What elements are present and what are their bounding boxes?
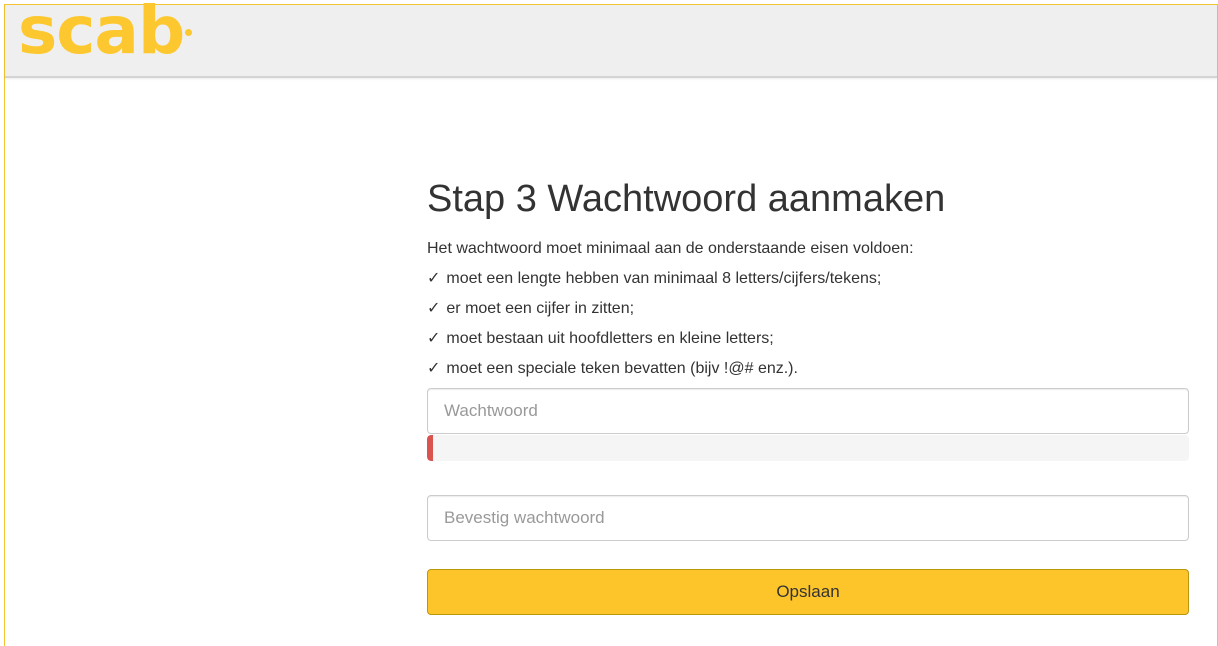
page-title: Stap 3 Wachtwoord aanmaken (427, 178, 946, 220)
page-frame: scab Stap 3 Wachtwoord aanmaken Het wach… (4, 0, 1218, 646)
confirm-password-input[interactable] (427, 495, 1189, 541)
requirement-item: ✓ moet bestaan uit hoofdletters en kleine… (427, 324, 1189, 354)
requirement-item: ✓ moet een lengte hebben van minimaal 8 l… (427, 264, 1189, 294)
check-icon: ✓ (427, 330, 441, 347)
password-form-section: Stap 3 Wachtwoord aanmaken Het wachtwoor… (427, 170, 1189, 615)
requirement-text: er moet een cijfer in zitten; (446, 300, 635, 317)
password-strength-fill (427, 435, 434, 461)
password-strength-bar (427, 435, 1189, 461)
requirement-text: moet een lengte hebben van minimaal 8 le… (446, 270, 882, 287)
requirement-text: moet een speciale teken bevatten (bijv !… (446, 360, 798, 377)
check-icon: ✓ (427, 270, 441, 287)
requirement-item: ✓ er moet een cijfer in zitten; (427, 294, 1189, 324)
requirement-text: moet bestaan uit hoofdletters en kleine … (446, 330, 774, 347)
check-icon: ✓ (427, 300, 441, 317)
requirements-intro: Het wachtwoord moet minimaal aan de onde… (427, 240, 914, 257)
scab-logo: scab (18, 0, 185, 69)
requirement-item: ✓ moet een speciale teken bevatten (bijv … (427, 354, 1189, 384)
save-button[interactable]: Opslaan (427, 569, 1189, 615)
header-bar: scab (5, 0, 1217, 78)
logo-registered-mark (185, 29, 192, 36)
password-input[interactable] (427, 388, 1189, 434)
check-icon: ✓ (427, 360, 441, 377)
